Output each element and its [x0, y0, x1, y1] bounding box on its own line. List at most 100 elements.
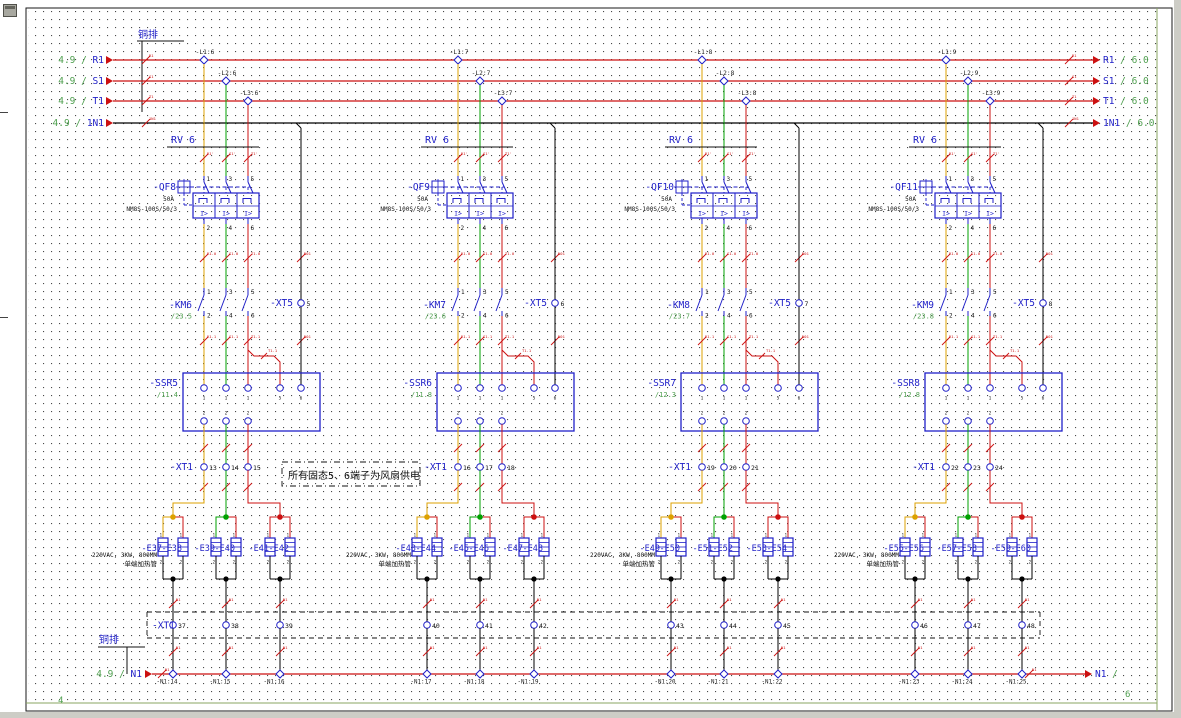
heater-spec: 220VAC, 3KW, 800MM — [590, 552, 655, 559]
pin-number: 5 — [533, 396, 536, 402]
wire-number: T1.0 — [251, 251, 261, 256]
neutral-tap-label: -N1:17 — [411, 680, 432, 686]
label-SSR5: -SSR5 — [149, 378, 178, 389]
pin-number: 4 — [229, 225, 233, 232]
cross-reference: /11.8 — [411, 391, 432, 399]
tap-label: -L1:9 — [938, 49, 957, 56]
wire-number: N1 — [971, 645, 976, 650]
label-SSR6: -SSR6 — [403, 378, 432, 389]
terminal-circle — [721, 418, 728, 425]
trip-unit-label: I> — [986, 210, 994, 218]
terminal-circle — [1019, 622, 1026, 629]
wire-number: N1 — [229, 597, 234, 602]
pin-number: 6 — [749, 313, 753, 320]
terminal-circle — [965, 622, 972, 629]
terminal-circle — [796, 385, 803, 392]
wire-number: T1.1 — [251, 334, 261, 339]
bus-label-right: S1 / 6.0 — [1103, 76, 1149, 87]
terminal-number: 13 — [209, 464, 217, 472]
wire-number: T1.1 — [268, 348, 278, 353]
wire-number: N1 — [1025, 645, 1030, 650]
wire-number: T1 — [1072, 94, 1077, 99]
wire-node — [912, 514, 918, 520]
pin-number: 2 — [501, 411, 504, 417]
neutral-tap-label: -N1:24 — [952, 680, 973, 686]
wire-node — [424, 514, 430, 520]
wire-number: T1.1 — [1010, 348, 1020, 353]
wire-number: N01 — [1046, 251, 1054, 256]
pin-number: 2 — [247, 411, 250, 417]
wire-number: T1.0 — [505, 251, 515, 256]
terminal-circle — [455, 385, 462, 392]
pin-number: 2 — [705, 313, 709, 320]
wire-number: T1.1 — [993, 334, 1003, 339]
wire-node — [477, 514, 483, 520]
label-KM7: -KM7 — [423, 300, 446, 311]
wire-number: N1 — [918, 597, 923, 602]
pin-number: 1 — [207, 289, 211, 296]
prev-page-indicator[interactable]: 4 — [58, 697, 63, 706]
pin-number: 6 — [798, 396, 801, 402]
pin-number: 6 — [300, 396, 303, 402]
terminal-number: 45 — [783, 622, 791, 630]
terminal-number: 23 — [973, 464, 981, 472]
label-SSR8: -SSR8 — [891, 378, 920, 389]
pin-number: 2 — [461, 313, 465, 320]
pin-number: 5 — [505, 289, 509, 296]
trip-unit-label: I> — [720, 210, 728, 218]
label-E57: -E57 — [937, 544, 957, 554]
terminal-circle — [223, 622, 230, 629]
heater-type: 单端加热管 — [623, 559, 656, 568]
terminal-circle — [424, 622, 431, 629]
terminal-number: 24 — [995, 464, 1003, 472]
breaker-rating: 50A — [661, 196, 672, 203]
terminal-circle — [477, 418, 484, 425]
wire-number: R1' — [207, 151, 214, 156]
trip-unit-label: I> — [454, 210, 462, 218]
wire-number: N1 — [971, 597, 976, 602]
wire-number: R1.0 — [949, 251, 959, 256]
pin-number: 1 — [479, 396, 482, 402]
label-KM9: -KM9 — [911, 300, 934, 311]
label-E52: -E52 — [713, 544, 733, 554]
breaker-model: NM8S-100S/50/3 — [126, 206, 177, 213]
label-SSR7: -SSR7 — [647, 378, 676, 389]
schematic-canvas[interactable]: 铜排铜排4.9 / R1R1 / 6.0R1R14.9 / S1S1 / 6.0… — [0, 0, 1181, 718]
terminal-number: 39 — [285, 622, 293, 630]
wire-number: R1 — [149, 53, 154, 58]
wire-number: T1.1 — [522, 348, 532, 353]
tap-label: -L2:6 — [218, 70, 237, 77]
rv-label: RV 6 — [669, 135, 693, 146]
label-E48: -E48 — [523, 544, 543, 554]
terminal-number: 17 — [485, 464, 493, 472]
wire-number: R1' — [705, 151, 712, 156]
bus-label-right: 1N1 / 6.0 — [1103, 118, 1155, 129]
terminal-circle — [1040, 385, 1047, 392]
right-edge — [1174, 0, 1181, 718]
wire-number: T1 — [149, 94, 154, 99]
wire-number: N1 — [918, 645, 923, 650]
wire-number: R1.0 — [461, 251, 471, 256]
pin-number: 5 — [993, 289, 997, 296]
pin-number: 2 — [207, 225, 211, 232]
terminal-number: 42 — [539, 622, 547, 630]
terminal-circle — [499, 418, 506, 425]
breaker-model: NM8S-100S/50/3 — [380, 206, 431, 213]
terminal-circle — [743, 464, 750, 471]
wire-number: 1N1 — [1072, 116, 1080, 121]
terminal-circle — [531, 385, 538, 392]
next-page-indicator[interactable]: 6 — [1125, 691, 1130, 700]
label-E39: -E39 — [195, 544, 215, 554]
window-icon[interactable] — [3, 4, 17, 17]
label-E38: -E38 — [162, 544, 182, 554]
terminal-circle — [699, 418, 706, 425]
cross-reference: /11.4 — [157, 391, 178, 399]
heater-type: 单端加热管 — [867, 559, 900, 568]
wire-node — [170, 514, 176, 520]
pin-number: 6 — [749, 225, 753, 232]
wire-number: T1' — [749, 151, 756, 156]
margin-mark — [0, 112, 8, 113]
label-QF10: -QF10 — [645, 182, 674, 193]
pin-number: 2 — [461, 225, 465, 232]
wire-number: N01 — [802, 334, 810, 339]
